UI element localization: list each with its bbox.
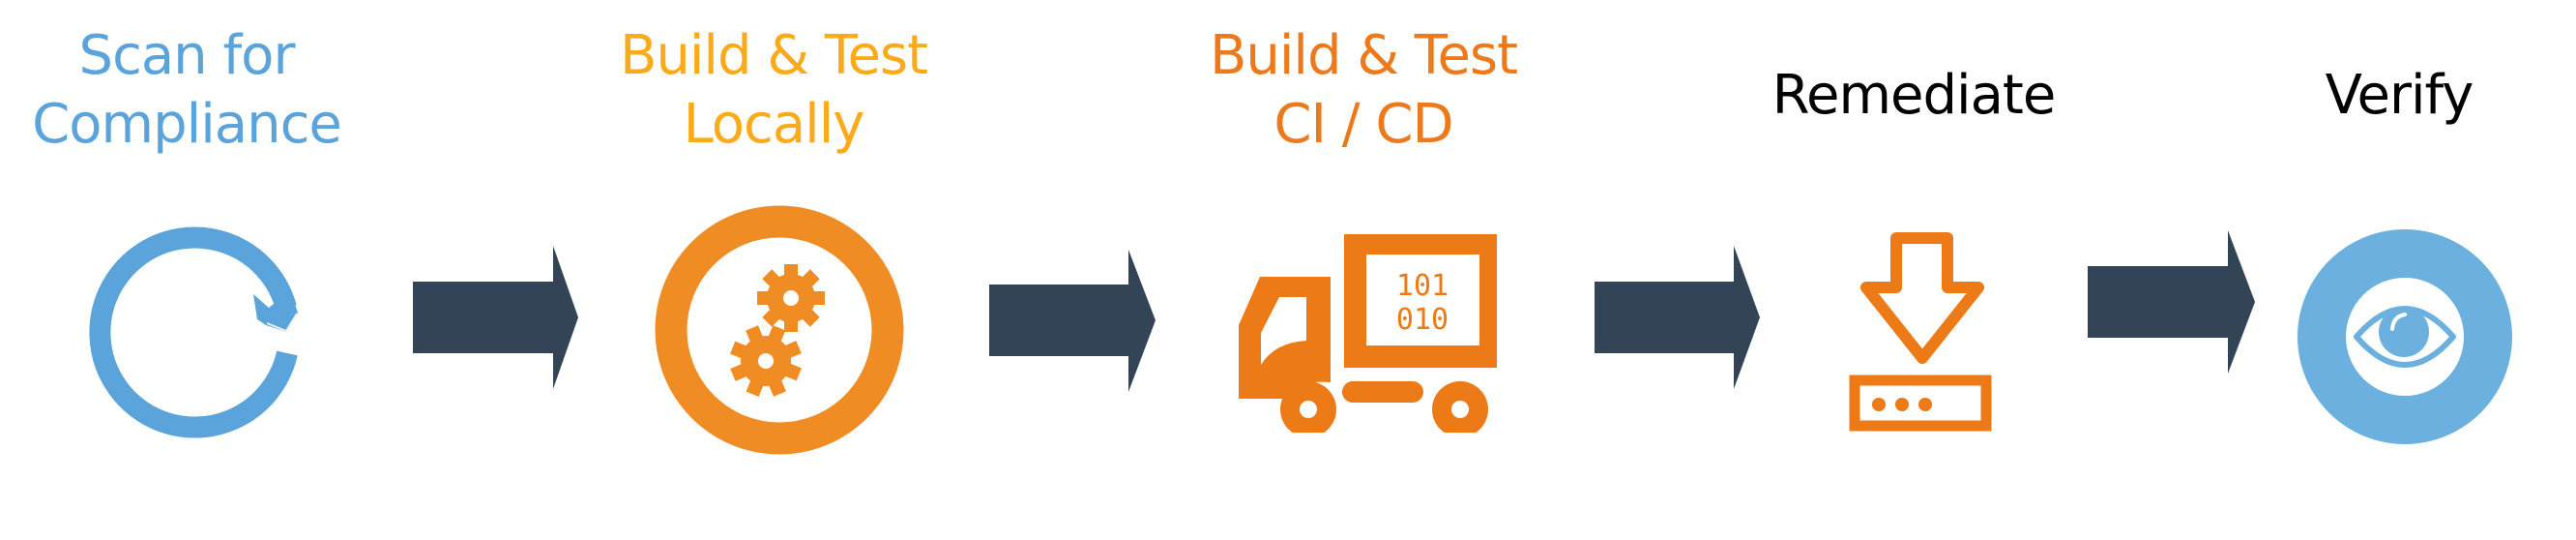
flow-arrow-1 [413, 246, 578, 389]
server-dot-3 [1918, 398, 1932, 411]
flow-arrow-4 [2088, 230, 2255, 374]
upper-gear-icon [757, 264, 825, 332]
lower-gear-icon [730, 325, 802, 397]
flow-arrow-3 [1595, 246, 1760, 389]
truck-binary-top: 101 [1396, 269, 1449, 303]
refresh-cycle-icon [89, 226, 298, 438]
delivery-truck-icon [1239, 234, 1497, 433]
eye-icon [2298, 229, 2512, 444]
server-dot-1 [1872, 398, 1886, 411]
process-flow-diagram: 101 010 [89, 205, 2512, 455]
server-dot-2 [1895, 398, 1909, 411]
download-to-server-icon [1849, 232, 1992, 432]
truck-binary-bottom: 010 [1396, 303, 1449, 337]
flow-arrow-2 [989, 250, 1156, 392]
gears-icon [655, 205, 904, 455]
